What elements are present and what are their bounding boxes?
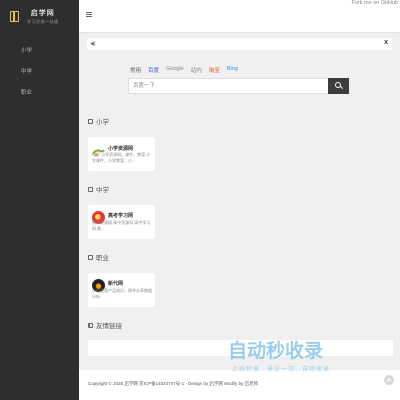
friend-links-box xyxy=(88,340,393,356)
card-description: 数学资源网,高中资源网,高中学习网,数... xyxy=(92,220,151,231)
site-logo[interactable]: 启学网 学习资源一站通 xyxy=(0,0,79,33)
card-description: 小学 小学资源网，课件，教案,小学课件，小学教案，小... xyxy=(92,152,151,163)
speaker-icon: ◀) xyxy=(90,41,96,47)
bookmark-icon xyxy=(88,322,93,328)
card-title: 小学资源网 xyxy=(108,146,134,152)
footer: Copyright © 2025 启学网 京ICP备14024747号-1 · … xyxy=(79,370,400,400)
tab-baidu[interactable]: 百度 xyxy=(148,66,159,74)
site-title: 启学网 xyxy=(30,10,55,17)
menu-icon[interactable] xyxy=(86,12,92,17)
sidebar-nav: 小学 中学 职业 xyxy=(0,41,79,104)
section-title-primary: 小学 xyxy=(88,116,109,126)
sidebar-item-vocational[interactable]: 职业 xyxy=(0,83,79,104)
tab-site[interactable]: 站内 xyxy=(191,66,202,74)
search-input[interactable] xyxy=(133,79,323,93)
sidebar-item-primary[interactable]: 小学 xyxy=(0,41,79,62)
notice-close-button[interactable]: x xyxy=(384,39,388,46)
folder-icon xyxy=(88,118,93,124)
section-title-vocational: 职业 xyxy=(88,252,109,262)
tab-taobao[interactable]: 淘宝 xyxy=(209,66,220,74)
tab-common[interactable]: 常用 xyxy=(130,66,141,74)
tab-bing[interactable]: Bing xyxy=(227,66,238,74)
site-card[interactable]: 新代网 小店经营产品知识，探寻分享数据分析 xyxy=(88,273,155,307)
sidebar-item-secondary[interactable]: 中学 xyxy=(0,62,79,83)
site-subtitle: 学习资源一站通 xyxy=(27,19,59,24)
site-card[interactable]: 小学资源网 小学 小学资源网，课件，教案,小学课件，小学教案，小... xyxy=(88,137,155,171)
topbar: Fork me on GitHub xyxy=(79,0,400,33)
search-engine-tabs: 常用 百度 Google 站内 淘宝 Bing xyxy=(130,66,238,74)
footer-copyright: Copyright © 2025 启学网 京ICP备14024747号-1 · … xyxy=(88,381,259,386)
sidebar: 启学网 学习资源一站通 小学 中学 职业 xyxy=(0,0,79,400)
book-icon xyxy=(10,11,19,22)
search-box xyxy=(128,78,349,94)
section-title-secondary: 中学 xyxy=(88,184,109,194)
folder-icon xyxy=(88,254,93,260)
back-to-top-button[interactable] xyxy=(384,375,394,385)
card-description: 小店经营产品知识，探寻分享数据分析 xyxy=(92,288,152,299)
card-title: 新代网 xyxy=(108,281,124,287)
card-title: 高考学习网 xyxy=(108,213,134,219)
section-title-links: 友情链接 xyxy=(88,320,122,330)
search-button[interactable] xyxy=(328,78,349,94)
fork-github-link[interactable]: Fork me on GitHub xyxy=(352,0,398,6)
site-card[interactable]: 高考学习网 数学资源网,高中资源网,高中学习网,数... xyxy=(88,205,155,239)
tab-google[interactable]: Google xyxy=(166,66,184,74)
notice-bar: ◀) x xyxy=(87,38,392,50)
folder-icon xyxy=(88,186,93,192)
